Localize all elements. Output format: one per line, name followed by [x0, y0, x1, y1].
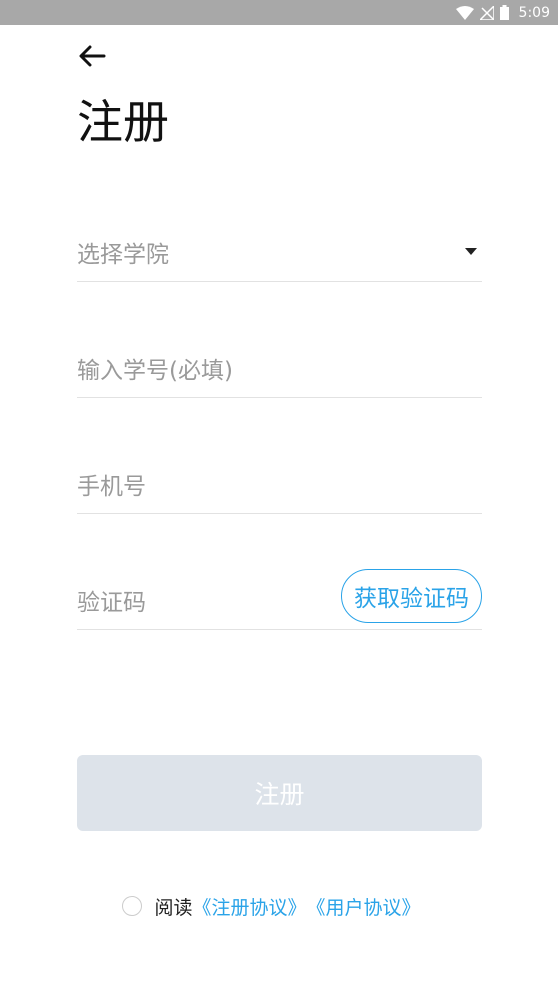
status-bar: 5:09	[0, 0, 558, 25]
agreement-radio[interactable]	[122, 896, 143, 916]
get-code-button[interactable]: 获取验证码	[341, 569, 482, 623]
verification-code-input[interactable]: 验证码 获取验证码	[77, 569, 482, 630]
school-select[interactable]: 选择学院	[77, 222, 482, 282]
no-signal-icon	[479, 5, 494, 20]
agreement-row: 阅读 《注册协议》 《用户协议》	[0, 888, 558, 924]
student-id-placeholder: 输入学号(必填)	[77, 357, 233, 384]
school-select-placeholder: 选择学院	[77, 241, 169, 268]
agreement-prefix: 阅读	[154, 896, 193, 919]
page-title: 注册	[77, 95, 169, 149]
status-time: 5:09	[518, 4, 550, 21]
register-button[interactable]: 注册	[77, 755, 482, 831]
student-id-input[interactable]: 输入学号(必填)	[77, 338, 482, 398]
arrow-left-icon	[79, 45, 106, 67]
user-agreement-link[interactable]: 《用户协议》	[307, 893, 421, 920]
phone-input[interactable]: 手机号	[77, 454, 482, 514]
dropdown-arrow-icon	[465, 248, 477, 255]
register-agreement-link[interactable]: 《注册协议》	[192, 893, 306, 920]
battery-icon	[499, 5, 509, 20]
back-button[interactable]	[74, 40, 110, 72]
wifi-icon	[455, 5, 474, 20]
phone-placeholder: 手机号	[77, 473, 146, 500]
